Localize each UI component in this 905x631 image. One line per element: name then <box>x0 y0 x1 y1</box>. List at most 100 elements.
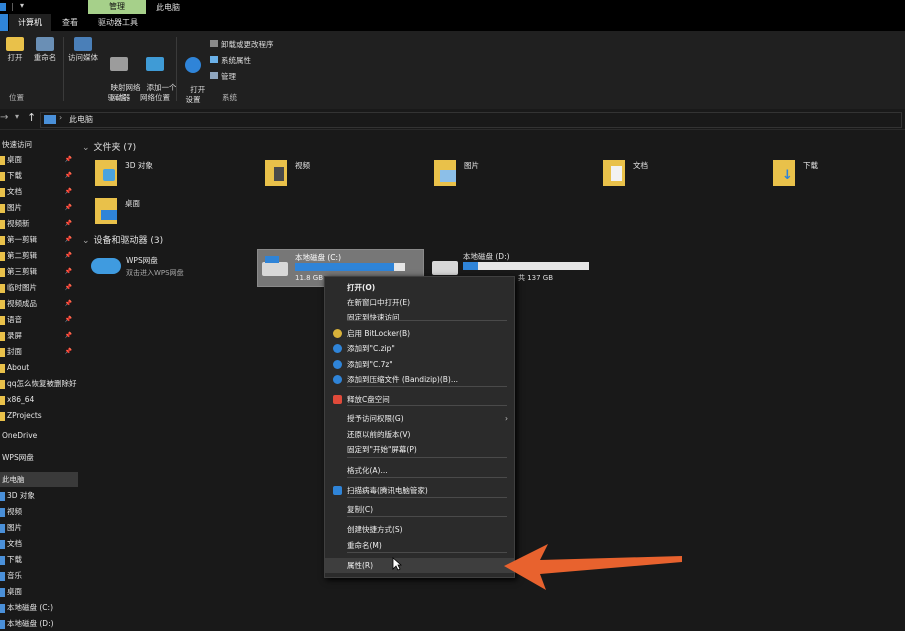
menu-item[interactable]: 格式化(A)... <box>325 463 514 478</box>
sidebar-item[interactable]: 第二剪辑 📌 <box>0 248 76 263</box>
sidebar-item[interactable]: 视频新 📌 <box>0 216 76 231</box>
access-media-button[interactable]: 访问媒体 <box>66 37 100 63</box>
pin-icon[interactable]: 📌 <box>65 248 72 263</box>
pictures-folder-icon <box>434 160 456 186</box>
pin-icon[interactable]: 📌 <box>65 232 72 247</box>
menu-item-label: 在新窗口中打开(E) <box>347 298 411 307</box>
sidebar-item[interactable]: 封面 📌 <box>0 344 76 359</box>
sidebar-item[interactable]: 第一剪辑 📌 <box>0 232 76 247</box>
sidebar-item[interactable]: x86_64 <box>0 392 76 407</box>
uninstall-link[interactable]: 卸载或更改程序 <box>210 39 274 50</box>
menu-item[interactable]: 扫描病毒(腾讯电脑管家) <box>325 483 514 498</box>
drive-d-info: 共 137 GB <box>518 274 554 282</box>
tab-view[interactable]: 查看 <box>55 14 85 31</box>
pin-icon[interactable]: 📌 <box>65 184 72 199</box>
menu-item[interactable]: 添加到"C.7z" <box>325 357 514 372</box>
sidebar-item[interactable]: 文档 📌 <box>0 184 76 199</box>
menu-item[interactable]: 添加到"C.zip" <box>325 341 514 356</box>
menu-item[interactable]: 在新窗口中打开(E) <box>325 295 514 310</box>
menu-separator <box>347 516 507 517</box>
folder-icon <box>0 283 5 293</box>
network-drive-icon <box>110 57 128 71</box>
navigation-pane: 快速访问 桌面 📌 下载 📌 文档 📌 图片 📌 视频新 📌 第一剪辑 📌 第二剪辑 📌 第三剪辑 📌 临时图片 📌… <box>0 130 78 631</box>
menu-item[interactable]: 还原以前的版本(V) <box>325 427 514 442</box>
pin-icon[interactable]: 📌 <box>65 344 72 359</box>
system-properties-link[interactable]: 系统属性 <box>210 55 251 66</box>
access-media-label: 访问媒体 <box>68 53 98 62</box>
pin-icon[interactable]: 📌 <box>65 200 72 215</box>
folder-icon <box>0 507 5 517</box>
pin-icon[interactable]: 📌 <box>65 168 72 183</box>
wps-drive[interactable]: WPS网盘 双击进入WPS网盘 <box>91 252 241 282</box>
open-settings-button[interactable]: 打开 设置 <box>180 37 206 115</box>
tab-computer[interactable]: 计算机 <box>9 14 51 31</box>
address-field[interactable]: › 此电脑 <box>40 112 902 128</box>
manage-link[interactable]: 管理 <box>210 71 236 82</box>
sidebar-item[interactable]: 此电脑 <box>0 472 78 487</box>
sidebar-item[interactable]: 下载 <box>0 552 76 567</box>
history-dropdown-icon[interactable]: ▾ <box>15 112 19 121</box>
menu-item[interactable]: 重命名(M) <box>325 538 514 553</box>
pin-icon[interactable]: 📌 <box>65 312 72 327</box>
folder-icon <box>0 299 5 309</box>
menu-item[interactable]: 启用 BitLocker(B) <box>325 326 514 341</box>
sidebar-item[interactable]: 快速访问 <box>0 137 78 152</box>
sidebar-item[interactable]: ZProjects <box>0 408 76 423</box>
open-folder-icon <box>6 37 24 51</box>
pin-icon[interactable]: 📌 <box>65 264 72 279</box>
manage-icon <box>210 72 218 79</box>
sidebar-item[interactable]: About <box>0 360 76 375</box>
sidebar-item[interactable]: 图片 <box>0 520 76 535</box>
menu-separator <box>347 477 507 478</box>
pin-icon[interactable]: 📌 <box>65 296 72 311</box>
sidebar-item-label: ZProjects <box>7 411 42 420</box>
rename-button[interactable]: 重命名 <box>30 37 60 63</box>
menu-item[interactable]: 创建快捷方式(S) <box>325 522 514 537</box>
sidebar-item[interactable]: 本地磁盘 (D:) <box>0 616 76 631</box>
sidebar-item[interactable]: 3D 对象 <box>0 488 76 503</box>
sidebar-item[interactable]: 临时图片 📌 <box>0 280 76 295</box>
sidebar-item[interactable]: qq怎么恢复被删除好 <box>0 376 77 391</box>
sidebar-item[interactable]: 第三剪辑 📌 <box>0 264 76 279</box>
menu-item[interactable]: 复制(C) <box>325 502 514 517</box>
menu-item[interactable]: 添加到压缩文件 (Bandizip)(B)... <box>325 372 514 387</box>
sidebar-item[interactable]: 桌面 📌 <box>0 152 76 167</box>
add-network-location-button[interactable]: 添加一个 网络位置 <box>137 37 177 113</box>
sidebar-item[interactable]: OneDrive <box>0 428 78 443</box>
sidebar-item[interactable]: 图片 📌 <box>0 200 76 215</box>
pin-icon[interactable]: 📌 <box>65 216 72 231</box>
sidebar-item[interactable]: 下载 📌 <box>0 168 76 183</box>
open-button[interactable]: 打开 <box>4 37 26 63</box>
bandizip-icon <box>333 360 342 369</box>
qat-dropdown-icon[interactable]: ▾ <box>20 1 24 10</box>
sidebar-item[interactable]: 桌面 <box>0 584 76 599</box>
tab-drive-tools[interactable]: 驱动器工具 <box>90 14 146 31</box>
folder-icon <box>0 379 5 389</box>
sidebar-item[interactable]: 视频 <box>0 504 76 519</box>
sidebar-item[interactable]: WPS网盘 <box>0 450 78 465</box>
sidebar-item[interactable]: 语音 📌 <box>0 312 76 327</box>
menu-item[interactable]: 属性(R) <box>325 558 514 573</box>
menu-item[interactable]: 固定到快速访问 <box>325 310 514 325</box>
sidebar-item[interactable]: 视频成品 📌 <box>0 296 76 311</box>
menu-item[interactable]: 打开(O) <box>325 280 514 295</box>
up-arrow-icon[interactable]: ↑ <box>27 111 36 124</box>
sidebar-item[interactable]: 录屏 📌 <box>0 328 76 343</box>
sidebar-item[interactable]: 文档 <box>0 536 76 551</box>
system-properties-label: 系统属性 <box>221 56 251 65</box>
folders-section-header[interactable]: ⌄ 文件夹 (7) <box>82 140 136 153</box>
forward-arrow-icon[interactable]: → <box>0 112 8 123</box>
sidebar-item[interactable]: 音乐 <box>0 568 76 583</box>
breadcrumb[interactable]: 此电脑 <box>69 114 93 125</box>
file-tab[interactable] <box>0 14 8 31</box>
pin-icon[interactable]: 📌 <box>65 328 72 343</box>
manage-context-tab[interactable]: 管理 <box>88 0 146 14</box>
pin-icon[interactable]: 📌 <box>65 152 72 167</box>
sidebar-item-label: 临时图片 <box>7 283 37 292</box>
menu-item[interactable]: 固定到"开始"屏幕(P) <box>325 442 514 457</box>
folder-icon <box>0 523 5 533</box>
devices-section-header[interactable]: ⌄ 设备和驱动器 (3) <box>82 233 163 246</box>
menu-item[interactable]: 授予访问权限(G) › <box>325 411 514 426</box>
pin-icon[interactable]: 📌 <box>65 280 72 295</box>
sidebar-item[interactable]: 本地磁盘 (C:) <box>0 600 76 615</box>
